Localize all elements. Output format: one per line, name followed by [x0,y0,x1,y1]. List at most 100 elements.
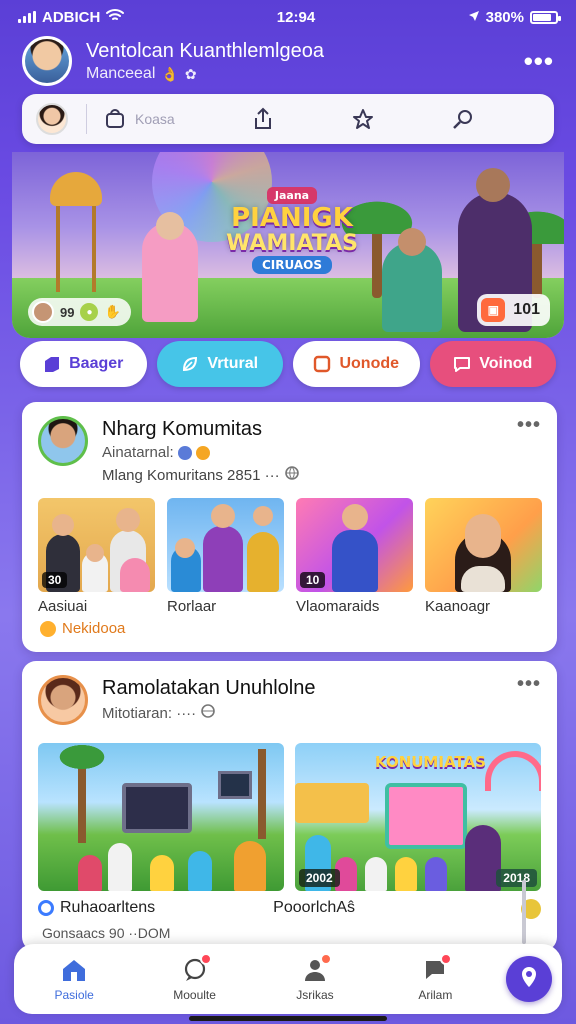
participants-count: 99 [60,304,75,320]
people-icon [300,953,332,984]
leaf-icon [181,355,199,373]
card-subtitle-row: Ainatarnal: [102,444,300,461]
big-label-subtext: Gonsaacs 90 ··DOM [42,925,171,941]
thumbnail-badge-right: 2018 [496,869,537,887]
card-subtitle: Mitotiaran: ···· [102,704,197,722]
gift-icon: ▣ [481,298,506,322]
bottom-navigation: Pasiole Mooulte Jsrikas Arilam [14,944,562,1014]
share-icon [251,107,275,131]
notification-dot [319,953,332,965]
big-thumbnail-image[interactable]: KONUMIATAS 2002 2018 [295,743,541,891]
notification-dot [440,953,453,965]
big-label-right-text: PooorlchAŝ [273,899,355,916]
carrier-label: ADBICH [42,8,101,26]
status-left: ADBICH [18,8,125,26]
card-detail: Mlang Komuritans 2851 ··· [102,466,280,484]
status-time: 12:94 [276,8,316,26]
card-more-icon[interactable]: ••• [517,414,541,437]
group-avatar[interactable] [22,36,72,86]
globe-icon [284,465,300,485]
thumbnail-item[interactable]: 30 Aasiuai [38,498,155,615]
toolbar-item-label: Koasa [135,111,175,127]
battery-percent: 380% [485,8,524,26]
search-button[interactable] [451,107,475,131]
thumbnail-item[interactable]: 10 Vlaomaraids [296,498,413,615]
header-title: Ventolcan Kuanthlemlgeoa [86,40,324,62]
big-label-right[interactable]: PooorlchAŝ [273,899,355,917]
thumbnail-image: 30 [38,498,155,592]
thumbnail-badge: 30 [42,572,68,588]
event-card[interactable]: Ramolatakan Unuhlolne Mitotiaran: ···· •… [22,661,557,951]
tag-icon [43,355,61,373]
nav-item-home[interactable]: Pasiole [24,956,124,1002]
record-icon [38,900,54,916]
location-icon [468,9,480,26]
shopping-bag-icon [103,107,127,131]
pin-button[interactable] [351,107,375,131]
participant-avatar [32,301,54,323]
banner-art-line2: WAMIATAS [226,230,358,256]
wifi-icon [106,8,125,26]
organizer-avatar[interactable] [38,675,88,725]
chip-label: Vrtural [207,355,259,372]
counter-chip[interactable]: ▣ 101 [477,294,550,326]
notification-icon [420,953,453,984]
card-header: Nharg Komumitas Ainatarnal: Mlang Komuri… [38,416,300,485]
pin-icon [351,107,375,131]
thumbnail-badge-left: 2002 [299,869,340,887]
nav-item-notifications[interactable]: Arilam [385,953,485,1002]
location-fab-button[interactable] [505,956,552,1002]
category-chips: Baager Vrtural Uonode Voinod [20,341,556,389]
nav-item-chat[interactable]: Mooulte [145,953,245,1002]
signal-icon [18,11,36,23]
thumbnail-label: Vlaomaraids [296,598,380,615]
card-footer[interactable]: Nekidooa [40,620,125,637]
thumbnail-label: Kaanoagr [425,598,491,615]
featured-banner[interactable]: Jaana PIANIGK WAMIATAS CIRUAOS 99 ● ✋ ▣ … [12,152,564,338]
thumbnail-item[interactable]: Rorlaar [167,498,284,615]
reaction-icon: ● [80,303,99,321]
smile-icon [195,445,210,460]
community-avatar[interactable] [38,416,88,466]
more-options-icon[interactable]: ••• [524,46,554,77]
chip-baager[interactable]: Baager [20,341,147,387]
nav-item-people[interactable]: Jsrikas [265,953,365,1002]
chip-label: Voinod [479,355,533,372]
community-card[interactable]: Nharg Komumitas Ainatarnal: Mlang Komuri… [22,402,557,652]
nav-label: Arilam [418,988,453,1002]
girl-head [156,212,184,240]
thumbnail-badge: 10 [300,572,326,588]
header-subtitle-row: Manceeal 👌 ✿ [86,65,510,83]
user-avatar[interactable] [36,103,68,135]
chip-vrtural[interactable]: Vrtural [156,341,283,387]
action-toolbar: Koasa [22,94,554,144]
status-bar: ADBICH 12:94 380% [0,0,576,34]
participants-chip[interactable]: 99 ● ✋ [28,298,131,326]
card-subtitle: Ainatarnal: [102,444,174,461]
thumbnail-image: 10 [296,498,413,592]
big-label-left-text: Ruhaoarltens [60,899,156,916]
big-label-left[interactable]: Ruhaoarltens [38,899,155,917]
thumbnail-item[interactable]: Kaanoagr [425,498,542,615]
card-footer-label: Nekidooa [62,620,126,637]
flower-emoji-icon: ✿ [184,65,197,82]
big-thumbnail-labels: Ruhaoarltens PooorlchAŝ [38,899,541,917]
nav-label: Pasiole [54,988,94,1002]
thumbnail-label: Rorlaar [167,598,217,615]
card-more-icon[interactable]: ••• [517,673,541,696]
scrollbar[interactable] [522,880,526,944]
notification-dot [199,953,212,965]
star-icon [40,620,56,637]
chat-icon [180,953,212,984]
chip-voinod[interactable]: Voinod [429,341,556,387]
banner-title-art: Jaana PIANIGK WAMIATAS CIRUAOS [222,180,362,280]
chip-uonode[interactable]: Uonode [293,341,420,387]
battery-icon [530,10,561,24]
header-subtitle: Manceeal [86,65,156,82]
status-right: 380% [468,8,561,26]
card-detail-row: Mlang Komuritans 2851 ··· [102,465,300,485]
big-thumbnail-image[interactable] [38,743,284,891]
share-button[interactable] [251,107,275,131]
square-icon [313,355,331,373]
toolbar-item-koasa[interactable]: Koasa [103,107,175,131]
